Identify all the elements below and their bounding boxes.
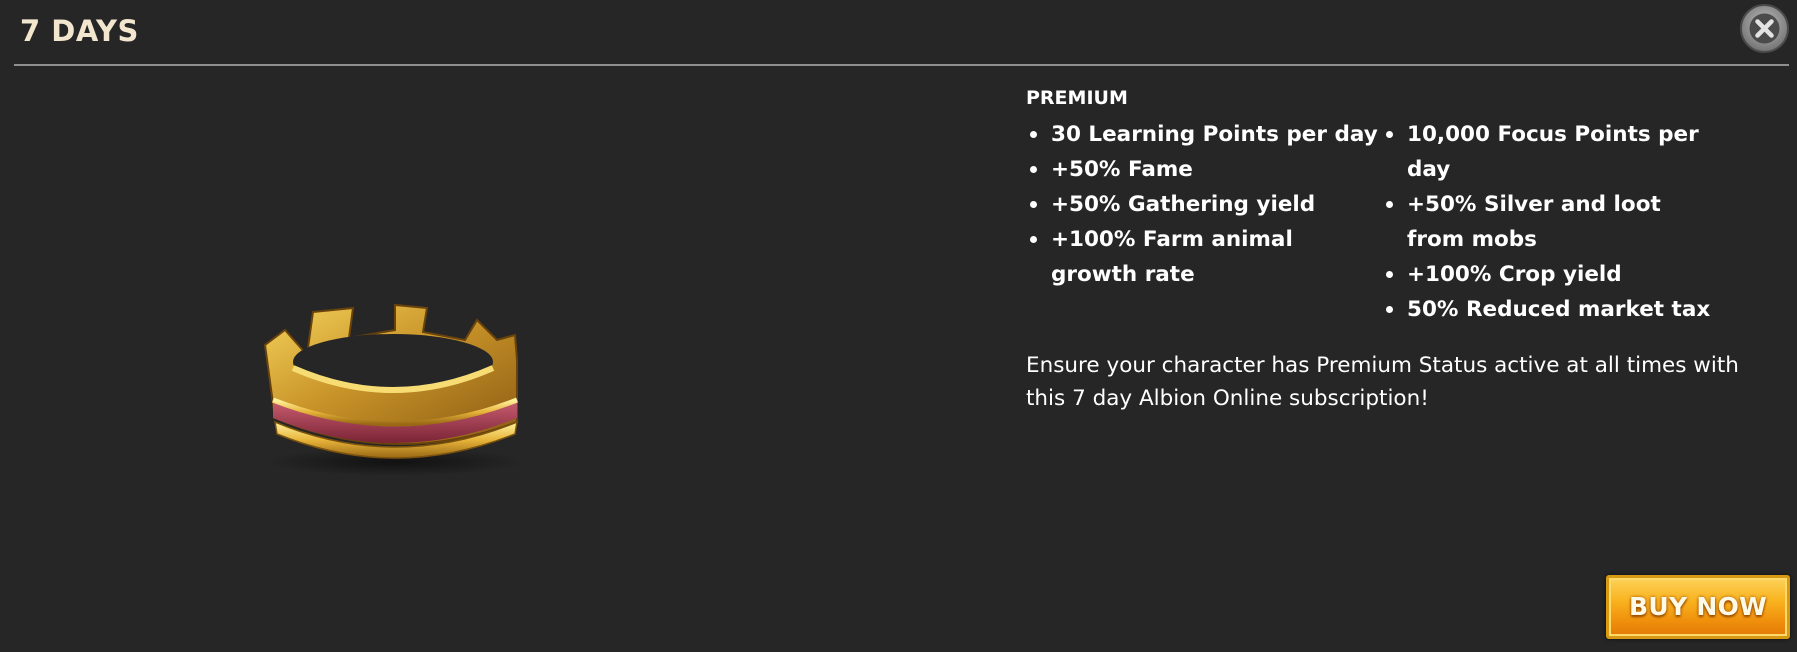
- benefit-item: 50% Reduced market tax: [1382, 292, 1712, 327]
- premium-section-title: PREMIUM: [1026, 87, 1128, 109]
- benefit-item: 30 Learning Points per day: [1026, 117, 1382, 152]
- benefit-item: +50% Gathering yield: [1026, 187, 1382, 222]
- benefits-list: 30 Learning Points per day +50% Fame +50…: [1026, 117, 1786, 327]
- product-description: Ensure your character has Premium Status…: [1026, 353, 1739, 411]
- buy-now-button[interactable]: BUY NOW: [1606, 575, 1790, 639]
- premium-offer-dialog: 7 DAYS PREMIUM 30 Learning Points per da…: [0, 0, 1797, 652]
- close-icon: [1749, 13, 1780, 44]
- crown-icon: [263, 303, 525, 476]
- dialog-title: 7 DAYS: [20, 14, 139, 48]
- benefit-item: +100% Crop yield: [1382, 257, 1712, 292]
- benefit-item: +100% Farm animal growth rate: [1026, 222, 1382, 292]
- close-button[interactable]: [1740, 4, 1789, 53]
- benefits-right-column: 10,000 Focus Points per day +50% Silver …: [1382, 117, 1712, 327]
- benefit-item: 10,000 Focus Points per day: [1382, 117, 1712, 187]
- header-divider: [14, 64, 1789, 66]
- benefit-item: +50% Silver and loot from mobs: [1382, 187, 1712, 257]
- premium-info-panel: PREMIUM 30 Learning Points per day +50% …: [1026, 87, 1786, 415]
- benefit-item: +50% Fame: [1026, 152, 1382, 187]
- benefits-left-column: 30 Learning Points per day +50% Fame +50…: [1026, 117, 1382, 327]
